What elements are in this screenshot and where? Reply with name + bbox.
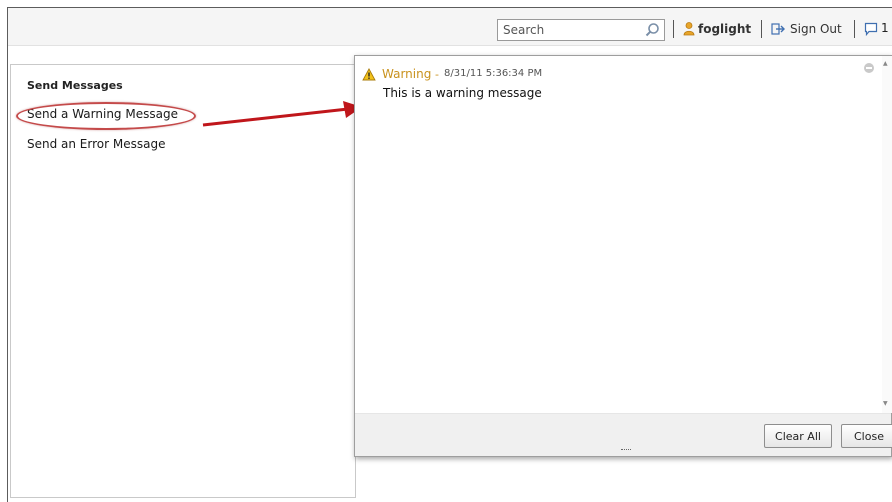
warning-label: Warning	[382, 67, 432, 81]
scroll-up-icon[interactable]: ▲	[883, 60, 888, 67]
warning-timestamp: 8/31/11 5:36:34 PM	[444, 68, 543, 79]
dismiss-icon[interactable]	[864, 63, 874, 73]
warning-separator: -	[435, 68, 439, 81]
highlight-ellipse	[16, 102, 196, 130]
toolbar-separator	[673, 20, 674, 38]
toolbar-separator	[854, 20, 855, 38]
warning-message: This is a warning message	[383, 86, 542, 100]
warning-icon	[362, 68, 376, 81]
popup-footer: Clear All Close	[355, 413, 892, 456]
search-icon[interactable]	[644, 22, 660, 38]
annotation-arrow	[202, 101, 362, 127]
send-error-link[interactable]: Send an Error Message	[27, 137, 165, 151]
toolbar-separator	[761, 20, 762, 38]
scrollbar[interactable]	[882, 56, 892, 413]
search-box[interactable]	[497, 19, 665, 41]
search-input[interactable]	[503, 22, 633, 38]
scroll-down-icon[interactable]: ▼	[883, 400, 888, 407]
notification-popup: Warning - 8/31/11 5:36:34 PM This is a w…	[354, 55, 892, 457]
close-button[interactable]: Close	[841, 424, 892, 448]
resize-grip[interactable]	[621, 449, 631, 452]
user-name[interactable]: foglight	[698, 22, 751, 36]
panel-title: Send Messages	[27, 79, 123, 92]
sign-out-icon[interactable]	[771, 23, 785, 35]
clear-all-button[interactable]: Clear All	[764, 424, 832, 448]
top-bar	[8, 8, 892, 46]
user-icon	[683, 22, 695, 36]
message-count[interactable]: 1	[881, 21, 889, 35]
sign-out-link[interactable]: Sign Out	[790, 22, 842, 36]
message-icon[interactable]	[864, 22, 878, 36]
